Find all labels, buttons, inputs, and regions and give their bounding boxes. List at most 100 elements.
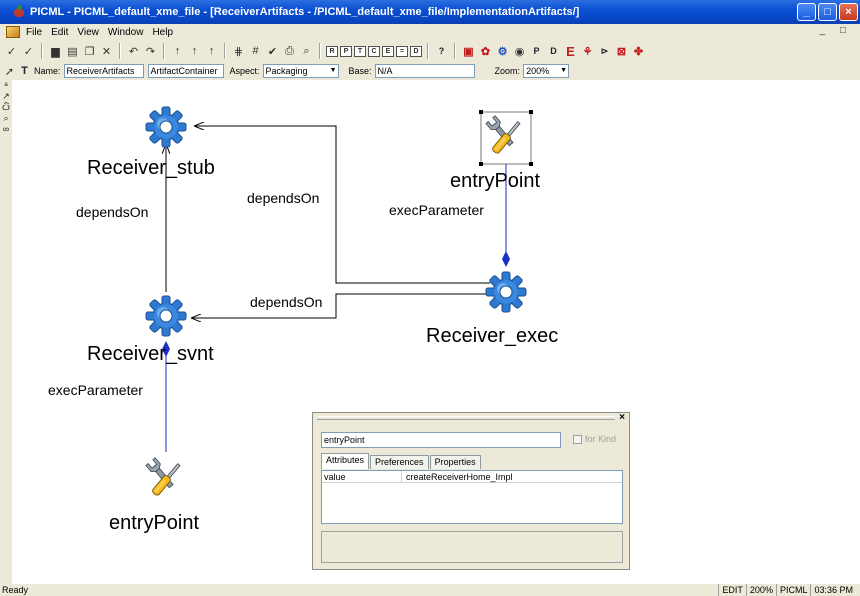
zoom-select[interactable]: 200% [523,64,570,78]
model-icon[interactable]: ⚙ [495,43,510,59]
tab-preferences[interactable]: Preferences [370,455,429,469]
attribute-key: value [322,471,402,482]
window-title: PICML - PICML_default_xme_file - [Receiv… [30,6,580,18]
model-icon[interactable]: ⚘ [580,43,595,59]
model-icon[interactable]: ⊳ [597,43,612,59]
status-text: Ready [2,585,29,595]
clock: 03:36 PM [810,584,856,596]
model-icon[interactable]: ⊠ [614,43,629,59]
receiver-svnt-gear-icon[interactable] [145,295,187,337]
pointer-icon[interactable]: ➚ [2,63,17,79]
toolbar-separator [427,43,429,59]
help-icon[interactable]: ? [434,43,449,59]
document-icon[interactable] [6,26,20,38]
close-button[interactable]: × [839,3,858,21]
disconnect-icon[interactable]: ↗ [0,91,12,102]
name-label: Name: [34,66,61,76]
exec-parameter-label: execParameter [389,202,484,218]
up-icon[interactable]: ↑ [204,43,219,59]
zoom-indicator: 200% [745,584,776,596]
entry-point-top-label: entryPoint [450,170,541,192]
tab-attributes[interactable]: Attributes [321,453,370,469]
delete-icon[interactable]: ✕ [99,43,114,59]
for-kind-label: for Kind [585,434,617,444]
grid-icon[interactable]: ⋕ [231,43,246,59]
toolbar-separator [319,43,321,59]
undo-icon[interactable]: ↶ [126,43,141,59]
connection-exec-to-svnt[interactable] [192,293,490,318]
toolbar-separator [224,43,226,59]
depends-on-label: dependsOn [250,294,323,310]
box-icon[interactable]: T [354,45,366,57]
check-icon[interactable]: ✓ [4,43,19,59]
receiver-svnt-label: Receiver_svnt [87,343,214,365]
model-icon[interactable]: ✿ [478,43,493,59]
box-icon[interactable]: P [340,45,352,57]
menu-view[interactable]: View [77,27,99,38]
print-icon[interactable]: ▤ [65,43,80,59]
mode-indicator: EDIT [718,584,746,596]
attribute-row[interactable]: value createReceiverHome_Impl [322,471,622,483]
save-icon[interactable]: ▆ [48,43,63,59]
toolbar-separator [41,43,43,59]
check-icon[interactable]: ✓ [21,43,36,59]
checkbox-box [573,434,582,444]
box-icon[interactable]: E [382,45,394,57]
close-icon[interactable]: × [619,412,625,423]
copy-icon[interactable]: ❐ [82,43,97,59]
receiver-stub-gear-icon[interactable] [145,106,187,148]
model-icon[interactable]: ▣ [461,43,476,59]
object-name-field[interactable]: entryPoint [321,432,561,448]
model-icon[interactable]: ✤ [631,43,646,59]
model-icon[interactable]: ◉ [512,43,527,59]
panel-grip[interactable] [317,416,615,420]
entry-point-bottom-tools-icon[interactable] [145,457,183,497]
text-icon[interactable]: T [17,63,32,79]
model-icon[interactable]: P [529,43,544,59]
depends-on-label: dependsOn [247,190,320,206]
receiver-exec-gear-icon[interactable] [485,271,527,313]
print-icon[interactable]: ⎙ [282,43,297,59]
grid-icon[interactable]: # [248,43,263,59]
tool-palette: ᵃ ↗ ѽ ⌕ ∞ [0,80,12,584]
set-icon[interactable]: ѽ [0,102,12,113]
maximize-button[interactable]: □ [818,3,837,21]
tab-properties[interactable]: Properties [429,455,481,469]
menu-window[interactable]: Window [108,27,144,38]
object-inspector-panel[interactable]: × entryPoint for Kind Attributes Prefere… [312,412,630,570]
find-icon[interactable]: ⌕ [299,43,314,59]
name-field[interactable]: ReceiverArtifacts [63,64,144,78]
for-kind-checkbox: for Kind [573,434,616,444]
model-icon[interactable]: E [563,43,578,59]
box-icon[interactable]: = [396,45,408,57]
mdi-controls[interactable]: _ □ [820,25,852,36]
toolbar-separator [163,43,165,59]
menu-help[interactable]: Help [152,27,173,38]
model-icon[interactable]: D [546,43,561,59]
status-bar: Ready EDIT 200% PICML 03:36 PM [0,584,860,596]
toolbar-separator [119,43,121,59]
minimize-button[interactable]: _ [797,3,816,21]
menu-file[interactable]: File [26,27,42,38]
receiver-stub-label: Receiver_stub [87,157,215,179]
menu-edit[interactable]: Edit [51,27,68,38]
up-icon[interactable]: ↑ [187,43,202,59]
box-icon[interactable]: D [410,45,422,57]
redo-icon[interactable]: ↷ [143,43,158,59]
base-field: N/A [374,64,475,78]
visualize-icon[interactable]: ∞ [0,124,12,135]
entry-point-top-tools-icon[interactable] [479,110,533,166]
connect-icon[interactable]: ᵃ [0,80,12,91]
object-info-bar: ➚ T Name: ReceiverArtifacts ArtifactCont… [0,62,860,80]
up-icon[interactable]: ↑ [170,43,185,59]
box-icon[interactable]: C [368,45,380,57]
receiver-exec-label: Receiver_exec [426,325,559,347]
attribute-value[interactable]: createReceiverHome_Impl [402,471,513,482]
app-icon [12,5,26,19]
aspect-select[interactable]: Packaging [262,64,339,78]
zoom-icon[interactable]: ⌕ [0,113,12,124]
box-icon[interactable]: R [326,45,338,57]
check-icon[interactable]: ✔ [265,43,280,59]
inspector-tabs: Attributes Preferences Properties [321,453,482,469]
window-controls: _ □ × [797,3,858,21]
